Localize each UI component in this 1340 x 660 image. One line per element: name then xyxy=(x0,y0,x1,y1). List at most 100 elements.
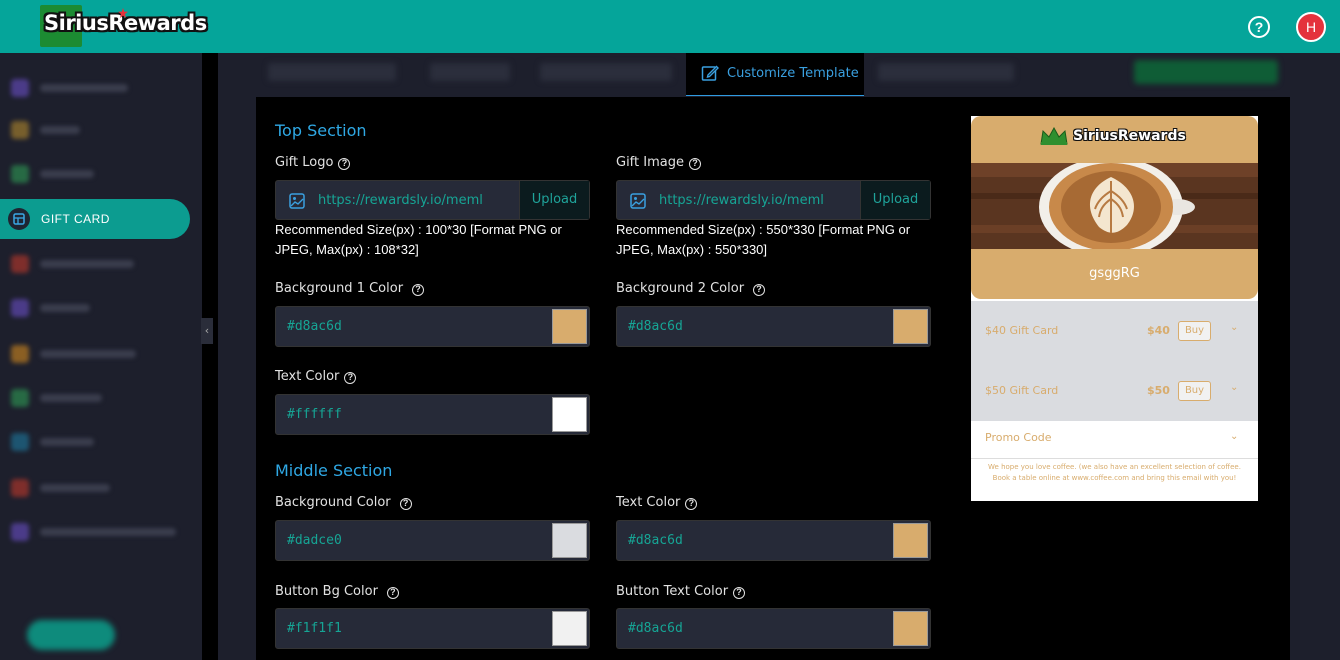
sidebar-item-label: GIFT CARD xyxy=(41,212,110,226)
help-icon[interactable]: ? xyxy=(399,498,412,510)
chevron-down-icon[interactable]: ⌄ xyxy=(1230,382,1238,393)
top-bar: SiriusRewards ? H xyxy=(0,0,1340,53)
collapse-sidebar-icon[interactable]: ‹ xyxy=(201,318,213,344)
help-icon[interactable]: ? xyxy=(412,284,425,296)
tab-customize-template[interactable]: Customize Template xyxy=(686,53,864,96)
gift-image-url-text: https://rewardsly.io/meml xyxy=(659,193,824,208)
preview-buy-button[interactable]: Buy xyxy=(1178,321,1211,341)
gift-card-icon xyxy=(8,208,30,230)
mid-bg-color-swatch[interactable] xyxy=(552,523,587,558)
chevron-down-icon[interactable]: ⌄ xyxy=(1230,431,1238,442)
mid-text-color-input[interactable]: #d8ac6d xyxy=(616,520,931,561)
button-bg-color-swatch[interactable] xyxy=(552,611,587,646)
mid-text-color-swatch[interactable] xyxy=(893,523,928,558)
help-icon[interactable]: ? xyxy=(1248,16,1270,38)
gift-image-label: Gift Image? xyxy=(616,155,701,170)
preview-item-price: $50 xyxy=(1147,384,1170,397)
tab-blurred[interactable] xyxy=(878,63,1014,81)
help-icon[interactable]: ? xyxy=(386,587,399,599)
help-icon[interactable]: ? xyxy=(338,158,351,170)
logo-star-icon xyxy=(118,8,128,18)
section-title-middle: Middle Section xyxy=(275,461,393,480)
tab-blurred[interactable] xyxy=(540,63,672,81)
tab-blurred[interactable] xyxy=(430,63,510,81)
text-color-value: #ffffff xyxy=(287,407,342,422)
bg2-color-label: Background 2 Color? xyxy=(616,281,766,296)
bg1-color-swatch[interactable] xyxy=(552,309,587,344)
preview-item-label: $40 Gift Card xyxy=(985,324,1059,337)
button-text-color-label: Button Text Color? xyxy=(616,584,746,599)
bg1-color-label: Background 1 Color? xyxy=(275,281,425,296)
text-color-input[interactable]: #ffffff xyxy=(275,394,590,435)
mid-bg-color-label: Background Color? xyxy=(275,495,412,510)
promo-code-label: Promo Code xyxy=(985,431,1052,444)
button-bg-color-label: Button Bg Color? xyxy=(275,584,399,599)
gift-card-preview: SiriusRewards gsggRG $40 Gift Card $40 B… xyxy=(971,116,1258,501)
sidebar-item-blurred[interactable] xyxy=(8,161,188,187)
logout-button[interactable] xyxy=(27,620,115,650)
help-icon[interactable]: ? xyxy=(685,498,698,510)
help-icon[interactable]: ? xyxy=(344,372,357,384)
preview-item-row[interactable]: $40 Gift Card $40 Buy ⌄ xyxy=(971,316,1258,346)
chevron-down-icon[interactable]: ⌄ xyxy=(1230,322,1238,333)
bg2-color-swatch[interactable] xyxy=(893,309,928,344)
section-title-top: Top Section xyxy=(275,121,367,140)
sidebar-item-blurred[interactable] xyxy=(8,429,188,455)
sidebar-item-blurred[interactable] xyxy=(8,519,188,545)
avatar[interactable]: H xyxy=(1296,12,1326,42)
mid-bg-color-input[interactable]: #dadce0 xyxy=(275,520,590,561)
preview-gift-image xyxy=(971,163,1258,249)
image-icon xyxy=(289,193,305,209)
preview-card-name: gsggRG xyxy=(1089,266,1140,281)
sidebar-item-blurred[interactable] xyxy=(8,117,188,143)
edit-icon xyxy=(701,65,719,81)
preview-item-price: $40 xyxy=(1147,324,1170,337)
mid-text-color-label: Text Color? xyxy=(616,495,698,510)
gift-logo-label: Gift Logo? xyxy=(275,155,351,170)
preview-buy-button[interactable]: Buy xyxy=(1178,381,1211,401)
sidebar-item-blurred[interactable] xyxy=(8,475,188,501)
sidebar xyxy=(0,53,202,660)
button-text-color-swatch[interactable] xyxy=(893,611,928,646)
gift-logo-url-field[interactable]: https://rewardsly.io/meml Upload xyxy=(275,180,590,220)
preview-top-section: SiriusRewards gsggRG xyxy=(971,116,1258,299)
mid-bg-color-value: #dadce0 xyxy=(287,533,342,548)
bg1-color-input[interactable]: #d8ac6d xyxy=(275,306,590,347)
gift-logo-hint: Recommended Size(px) : 100*30 [Format PN… xyxy=(275,222,562,257)
tab-blurred[interactable] xyxy=(268,63,396,81)
sidebar-item-blurred[interactable] xyxy=(8,295,188,321)
gift-logo-url-text: https://rewardsly.io/meml xyxy=(318,193,483,208)
bg2-color-value: #d8ac6d xyxy=(628,319,683,334)
bg1-color-value: #d8ac6d xyxy=(287,319,342,334)
gift-logo-upload-button[interactable]: Upload xyxy=(519,181,589,219)
preview-logo: SiriusRewards xyxy=(1073,128,1186,144)
preview-middle-section: $40 Gift Card $40 Buy ⌄ $50 Gift Card $5… xyxy=(971,301,1258,421)
help-icon[interactable]: ? xyxy=(688,158,701,170)
gift-image-upload-button[interactable]: Upload xyxy=(860,181,930,219)
preview-promo-code[interactable]: Promo Code ⌄ xyxy=(971,421,1258,459)
sidebar-item-blurred[interactable] xyxy=(8,341,188,367)
sidebar-item-blurred[interactable] xyxy=(8,75,188,101)
preview-footer-text: We hope you love coffee. (we also have a… xyxy=(988,463,1241,482)
image-icon xyxy=(630,193,646,209)
crown-icon xyxy=(1040,126,1068,145)
preview-item-label: $50 Gift Card xyxy=(985,384,1059,397)
button-bg-color-value: #f1f1f1 xyxy=(287,621,342,636)
mid-text-color-value: #d8ac6d xyxy=(628,533,683,548)
button-text-color-value: #d8ac6d xyxy=(628,621,683,636)
button-text-color-input[interactable]: #d8ac6d xyxy=(616,608,931,649)
button-bg-color-input[interactable]: #f1f1f1 xyxy=(275,608,590,649)
sidebar-item-gift-card[interactable]: GIFT CARD xyxy=(0,199,190,239)
gift-image-url-field[interactable]: https://rewardsly.io/meml Upload xyxy=(616,180,931,220)
sidebar-item-blurred[interactable] xyxy=(8,251,188,277)
help-icon[interactable]: ? xyxy=(753,284,766,296)
help-icon[interactable]: ? xyxy=(733,587,746,599)
sidebar-item-blurred[interactable] xyxy=(8,385,188,411)
text-color-label: Text Color? xyxy=(275,369,357,384)
text-color-swatch[interactable] xyxy=(552,397,587,432)
preview-item-row[interactable]: $50 Gift Card $50 Buy ⌄ xyxy=(971,376,1258,406)
gift-image-hint: Recommended Size(px) : 550*330 [Format P… xyxy=(616,222,911,257)
bg2-color-input[interactable]: #d8ac6d xyxy=(616,306,931,347)
blurred-action-button[interactable] xyxy=(1134,60,1278,84)
tab-label: Customize Template xyxy=(727,66,859,81)
